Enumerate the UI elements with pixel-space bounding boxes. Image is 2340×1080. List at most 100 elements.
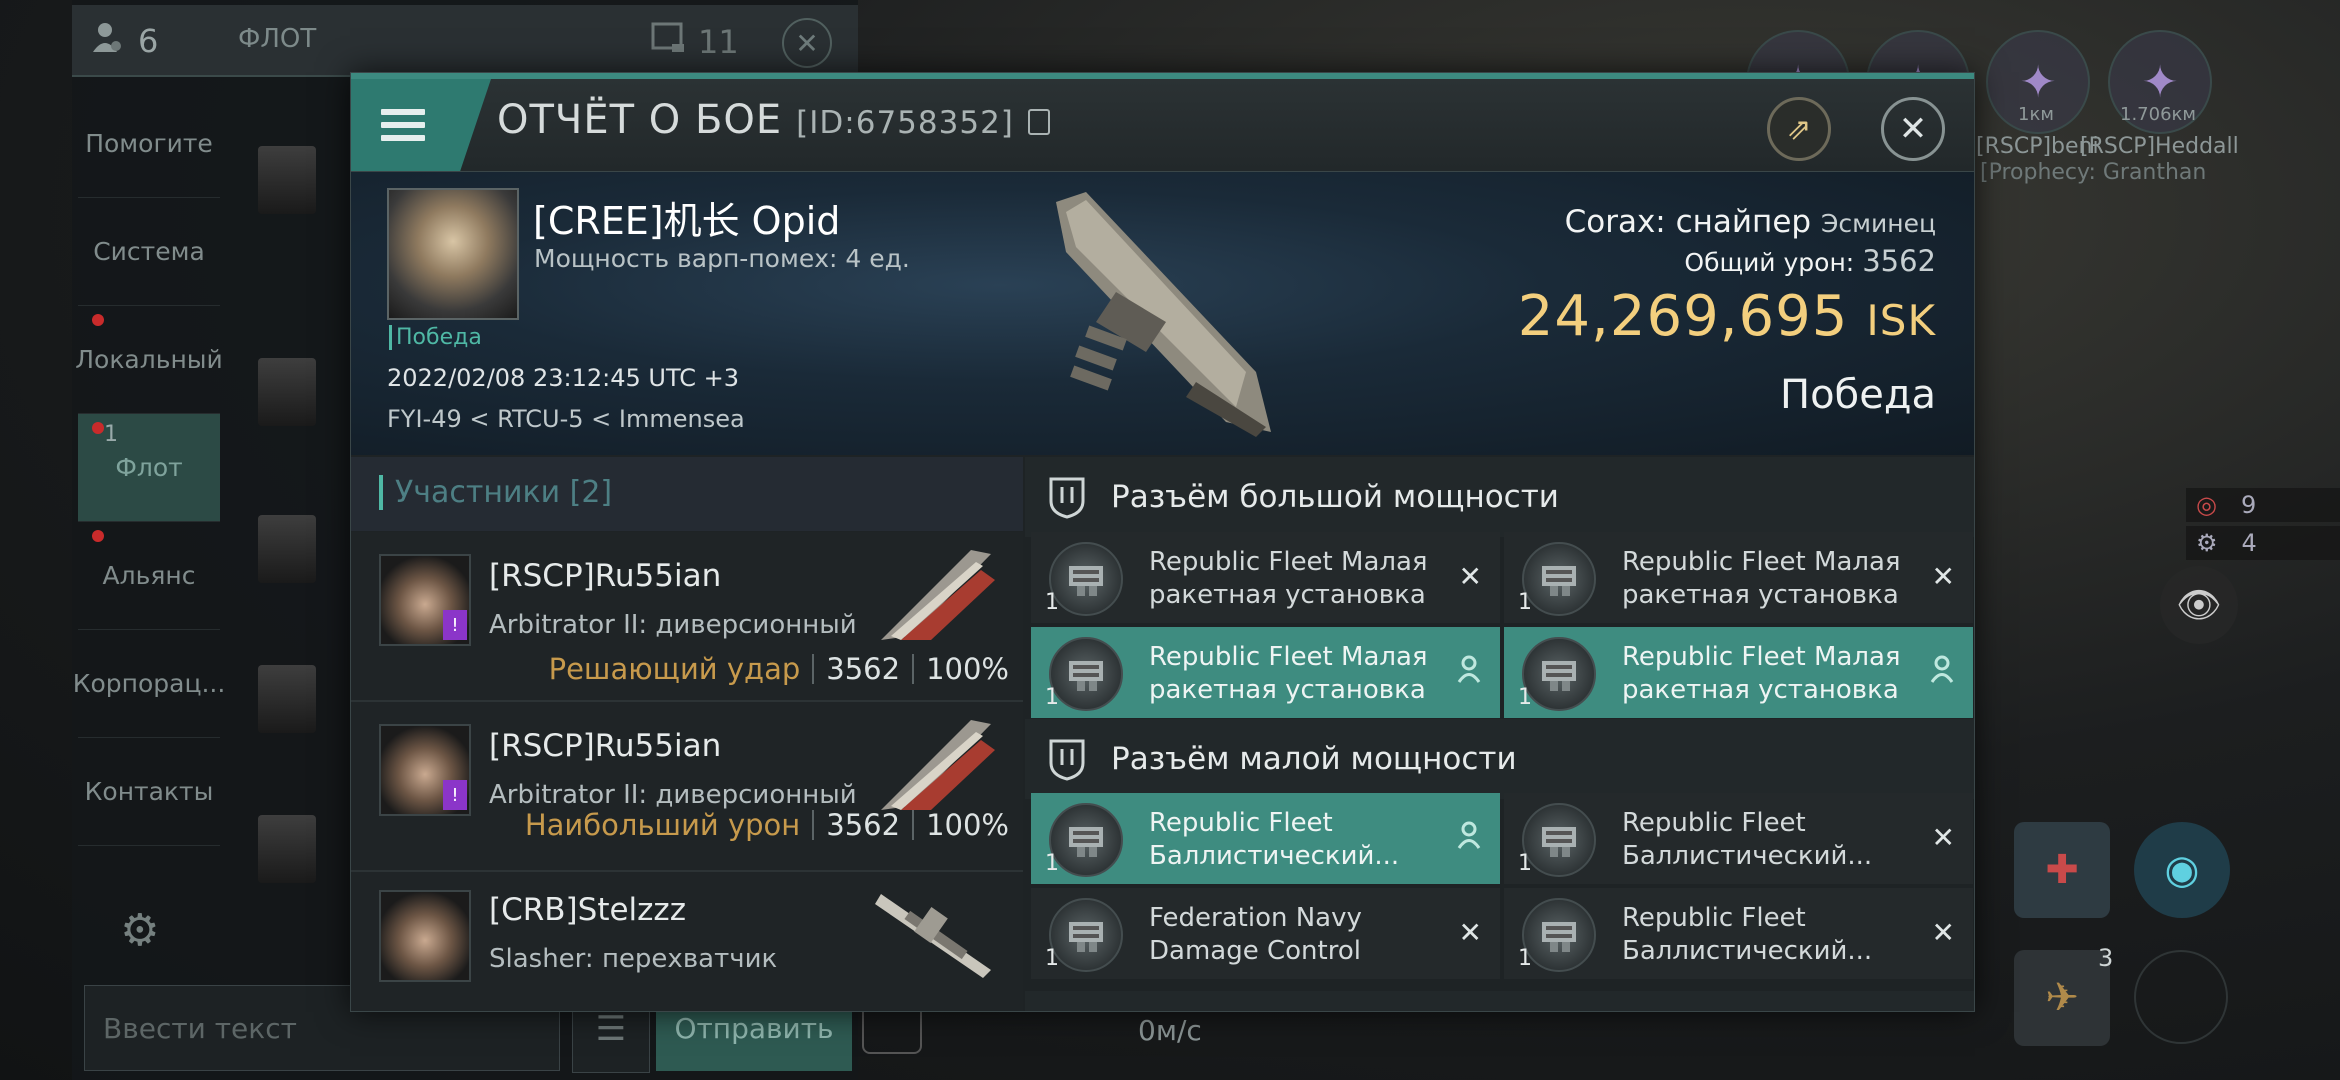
module-slot[interactable]: 1 Republic Fleet Малая ракетная установка: [1504, 627, 1973, 718]
fleet-member-count[interactable]: 6: [90, 20, 158, 62]
member-avatar[interactable]: [258, 358, 316, 426]
gear-icon[interactable]: ⚙: [120, 905, 159, 956]
module-slot[interactable]: 1 Republic Fleet Баллистический... ✕: [1504, 888, 1973, 979]
victim-portrait[interactable]: [387, 188, 519, 320]
module-icon: [1522, 803, 1596, 877]
module-name: Republic Fleet Малая ракетная установка: [1149, 642, 1428, 705]
module-slot[interactable]: 1 Federation Navy Damage Control ✕: [1031, 888, 1500, 979]
divider: [912, 654, 915, 684]
module-quantity: 1: [1045, 851, 1059, 876]
participant-row[interactable]: ! [RSCP]Ru55ian Arbitrator II: диверсион…: [351, 702, 1023, 872]
chat-icon: [650, 20, 686, 64]
module-icon: [1522, 542, 1596, 616]
module-icon: [1049, 637, 1123, 711]
participant-ship-image: [881, 550, 995, 640]
module-icon: [1049, 542, 1123, 616]
module-slot[interactable]: 1 Republic Fleet Малая ракетная установка: [1031, 627, 1500, 718]
victim-ship-class: Эсминец: [1820, 209, 1936, 238]
module-slot[interactable]: 1 Republic Fleet Баллистический...: [1031, 793, 1500, 884]
channel-label: Альянс: [102, 561, 196, 590]
member-avatar[interactable]: [258, 815, 316, 883]
participant-damage: 3562: [826, 808, 901, 842]
channel-tab[interactable]: Корпорац...: [73, 630, 225, 738]
isk-unit: ISK: [1866, 296, 1936, 345]
participant-stats: Решающий удар 3562 100%: [549, 652, 1009, 686]
high-slot-header: Разъём большой мощности: [1025, 457, 1974, 537]
unread-dot-icon: [92, 422, 104, 434]
module-quantity: 1: [1518, 685, 1532, 710]
channel-label: Помогите: [85, 129, 213, 158]
empty-module-slot[interactable]: [2134, 950, 2228, 1044]
participant-role: Решающий удар: [548, 652, 801, 686]
fleet-header: [72, 5, 858, 77]
drone-icon: ⚙: [2196, 529, 2218, 557]
page-title: ОТЧЁТ О БОЕ: [497, 97, 783, 143]
channel-tab[interactable]: Система: [78, 198, 220, 306]
unread-dot-icon: [92, 314, 104, 326]
share-button[interactable]: ⇗: [1767, 97, 1831, 161]
high-slot-title: Разъём большой мощности: [1111, 479, 1559, 515]
destroyed-x-icon: ✕: [1931, 821, 1955, 854]
participant-row[interactable]: [CRB]Stelzzz Slasher: перехватчик: [351, 872, 1023, 1011]
module-quantity: 1: [1518, 946, 1532, 971]
module-icon: [1522, 898, 1596, 972]
low-slot-icon: [1049, 739, 1085, 781]
eye-icon[interactable]: 👁: [2160, 566, 2238, 644]
shield-module-icon[interactable]: ◉: [2134, 822, 2230, 918]
channel-tab[interactable]: Локальный: [75, 306, 223, 414]
module-quantity: 1: [1518, 590, 1532, 615]
hud-stat-b: ⚙ 4: [2186, 526, 2340, 560]
module-name: Republic Fleet Баллистический...: [1622, 808, 1873, 871]
victim-name[interactable]: [CREE]机长 Opid: [533, 190, 840, 245]
target-distance: 1км: [2018, 104, 2054, 125]
low-slot-header: Разъём малой мощности: [1025, 719, 1974, 799]
module-slot[interactable]: 1 Republic Fleet Малая ракетная установка…: [1504, 532, 1973, 623]
module-slot[interactable]: 1 Republic Fleet Баллистический... ✕: [1504, 793, 1973, 884]
member-avatar[interactable]: [258, 515, 316, 583]
participant-ship: Arbitrator II: диверсионный: [489, 610, 857, 640]
kill-location[interactable]: FYI-49 < RTCU-5 < Immensea: [387, 405, 745, 433]
repair-module-icon[interactable]: ✚: [2014, 822, 2110, 918]
weapon-module-icon[interactable]: ✈: [2014, 950, 2110, 1046]
channel-tab[interactable]: Помогите: [78, 90, 220, 198]
speed-readout: 0м/с: [1138, 1014, 1202, 1047]
low-slot-title: Разъём малой мощности: [1111, 741, 1517, 777]
target-ship-names: [Prophecy: Granthan: [1980, 160, 2207, 185]
victim-ship-name: Corax: снайпер: [1564, 204, 1812, 240]
member-avatar[interactable]: [258, 146, 316, 214]
hud-stat-b-value: 4: [2241, 529, 2257, 557]
target-distance: 1.706км: [2120, 104, 2196, 125]
dropped-person-icon: [1456, 655, 1482, 690]
security-status-icon: !: [443, 610, 467, 640]
channel-tab[interactable]: Альянс: [78, 522, 220, 630]
message-count[interactable]: 11: [650, 20, 739, 64]
copy-icon[interactable]: [1027, 109, 1050, 135]
participant-avatar: [379, 890, 471, 982]
total-damage: Общий урон: 3562: [1684, 244, 1936, 278]
channel-label: Система: [93, 237, 205, 266]
menu-button[interactable]: [351, 79, 491, 171]
person-icon: [90, 20, 124, 62]
module-name: Republic Fleet Баллистический...: [1149, 808, 1400, 871]
participant-row[interactable]: ! [RSCP]Ru55ian Arbitrator II: диверсион…: [351, 532, 1023, 702]
module-name: Federation Navy Damage Control: [1149, 903, 1362, 966]
channel-tab[interactable]: Контакты: [78, 738, 220, 846]
channel-label: Контакты: [84, 777, 214, 806]
module-slot[interactable]: 1 Republic Fleet Малая ракетная установка…: [1031, 532, 1500, 623]
dropped-person-icon: [1929, 655, 1955, 690]
chat-close-button[interactable]: ✕: [782, 18, 832, 68]
unread-count: 1: [104, 422, 118, 447]
close-button[interactable]: ✕: [1881, 97, 1945, 161]
next-slot-header-cutoff: [1025, 991, 1974, 1011]
participant-name: [RSCP]Ru55ian: [489, 558, 722, 594]
channel-label: Корпорац...: [72, 669, 226, 698]
channel-tab[interactable]: 1 Флот: [78, 414, 220, 522]
divider: [812, 810, 815, 840]
member-avatar[interactable]: [258, 665, 316, 733]
participant-ship: Slasher: перехватчик: [489, 944, 778, 974]
victim-ship-image[interactable]: [1026, 182, 1296, 452]
battle-result: Победа: [1780, 372, 1936, 418]
module-quantity: 1: [1518, 851, 1532, 876]
isk-amount: 24,269,695: [1517, 284, 1849, 349]
module-quantity: 1: [1045, 590, 1059, 615]
